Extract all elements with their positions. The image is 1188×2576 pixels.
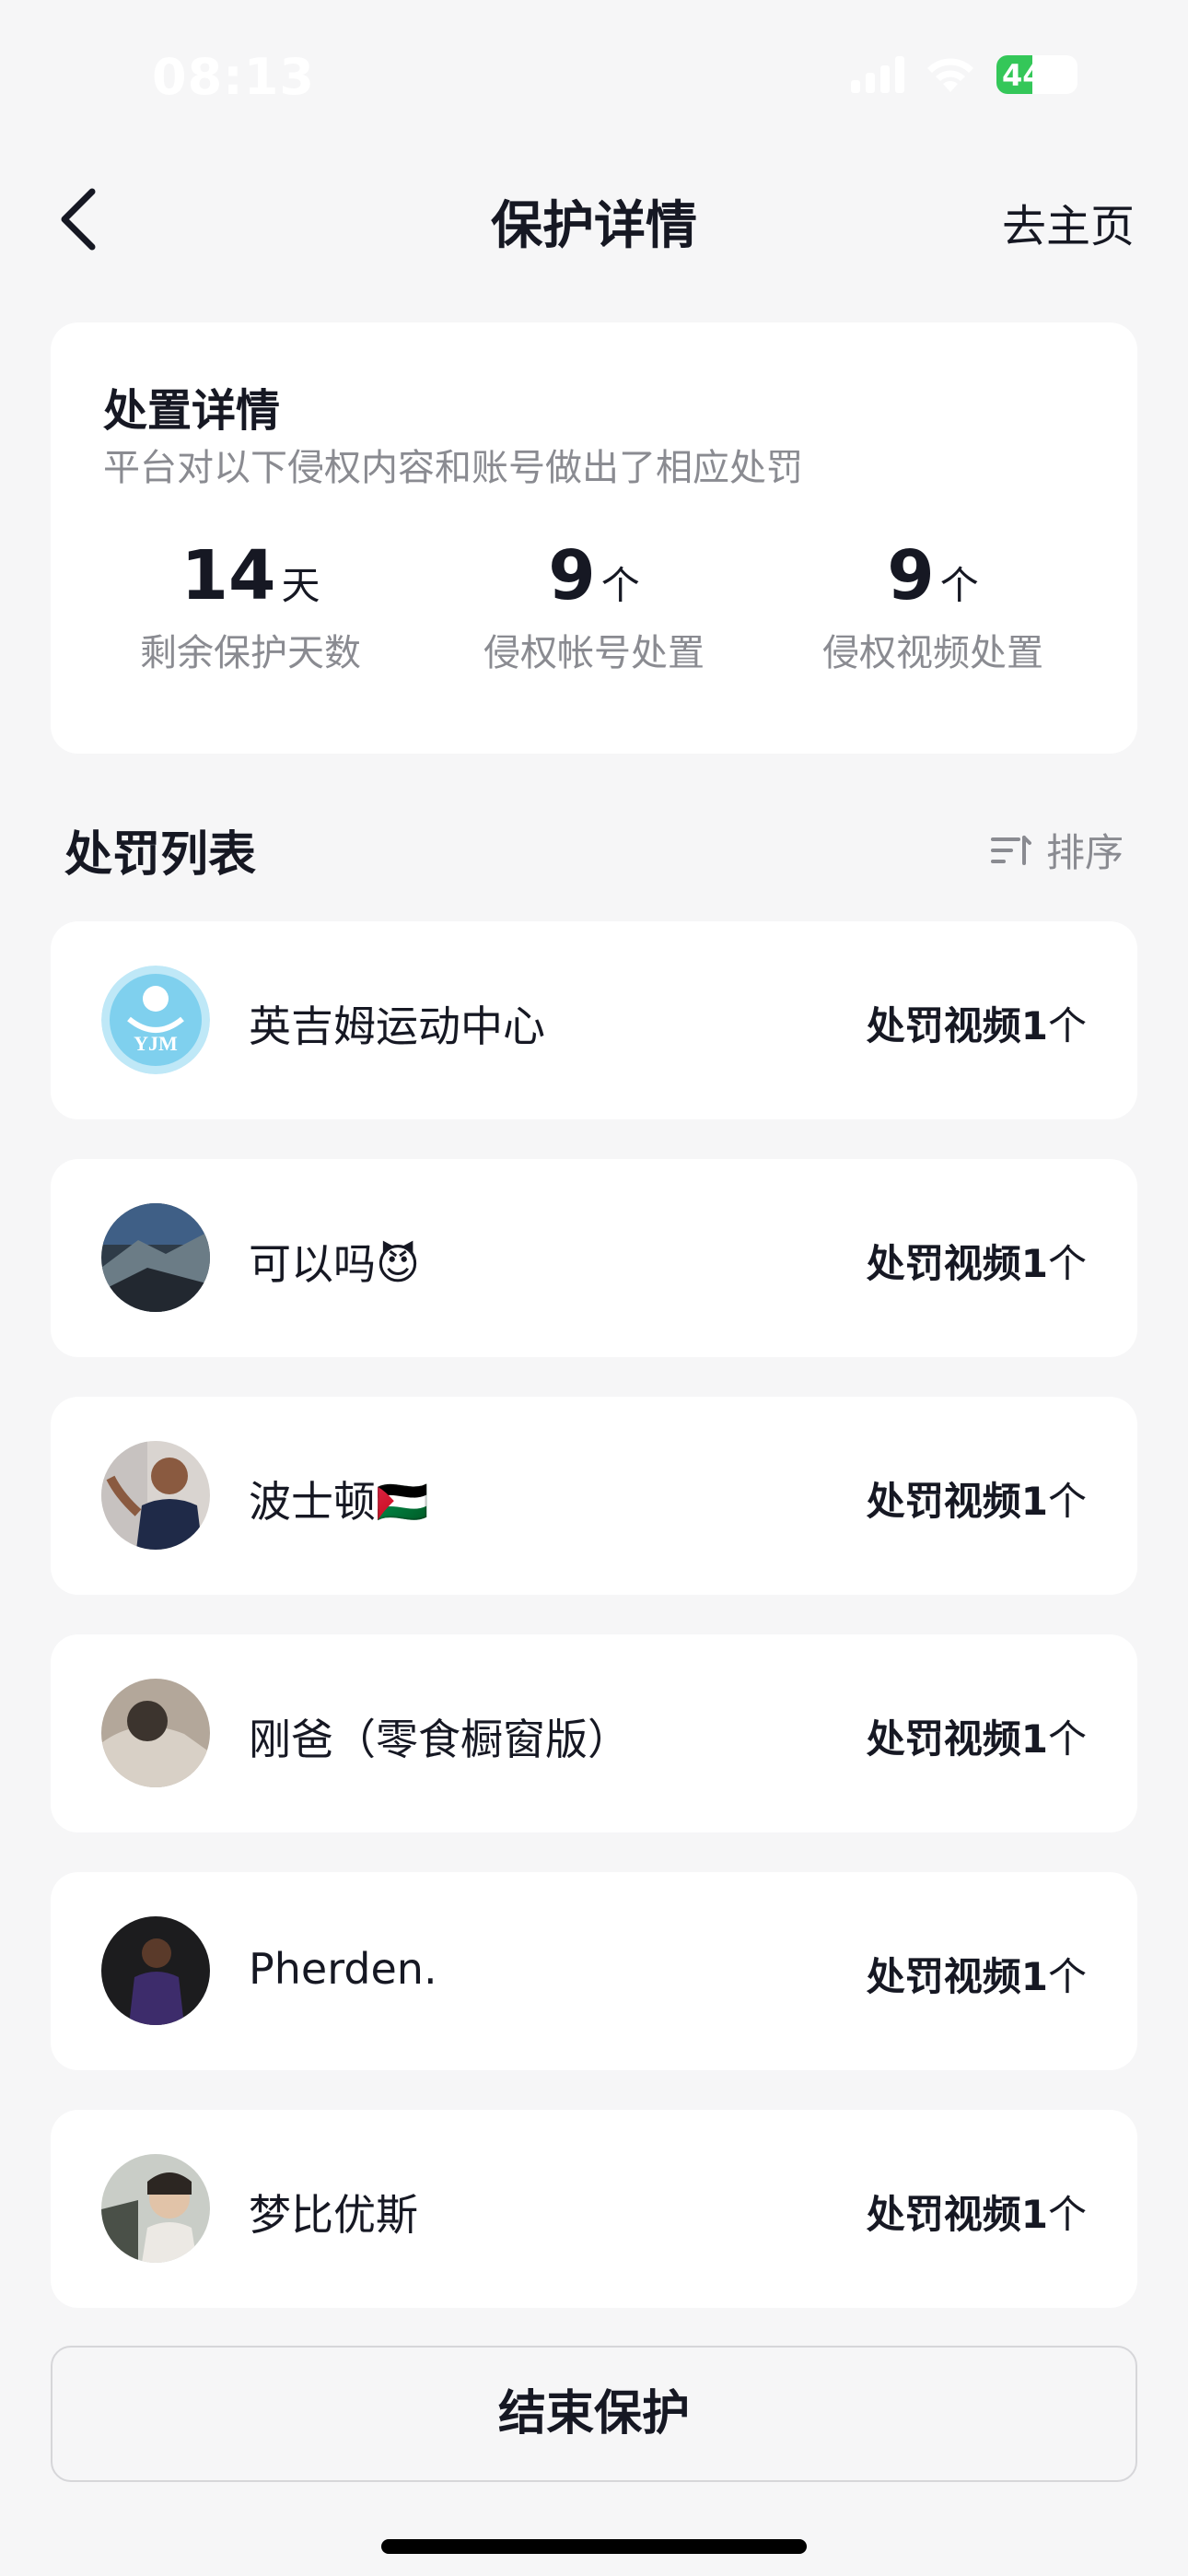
sort-label: 排序 [1045,830,1124,875]
wifi-icon [927,58,973,92]
account-name: Pherden. [249,1944,437,1994]
account-name: 可以吗😈 [249,1239,420,1289]
stat-videos: 9个 侵权视频处置 [767,536,1099,676]
account-name: 梦比优斯 [249,2190,418,2240]
battery-icon: 44 [996,55,1077,94]
avatar [101,1203,210,1312]
avatar-logo-text: YJM [134,1032,178,1055]
stat-remaining-days: 14 天 剩余保护天数 [85,536,416,676]
penalty-count: 处罚视频1个 [866,1954,1087,1999]
avatar: YJM [101,966,210,1074]
list-item[interactable]: YJM 英吉姆运动中心 处罚视频1个 [51,921,1137,1119]
stat-unit: 个 [939,563,979,608]
sort-button[interactable]: 排序 [990,822,1124,878]
account-name: 刚爸（零食橱窗版） [249,1715,630,1764]
summary-card: 处置详情 平台对以下侵权内容和账号做出了相应处罚 14 天 剩余保护天数 9个 侵… [51,322,1137,754]
stat-label: 剩余保护天数 [140,632,361,674]
list-item[interactable]: 可以吗😈 处罚视频1个 [51,1159,1137,1357]
end-protection-button[interactable]: 结束保护 [51,2346,1137,2482]
summary-title: 处置详情 [103,385,281,437]
section-title: 处罚列表 [64,827,257,883]
status-time: 08:13 [152,48,315,106]
avatar [101,1441,210,1550]
battery-level: 44 [1002,58,1043,93]
stat-value: 9 [548,536,596,615]
account-name: 英吉姆运动中心 [249,1001,545,1051]
avatar [101,1679,210,1787]
go-home-link[interactable]: 去主页 [1002,190,1135,254]
penalty-count: 处罚视频1个 [866,1716,1087,1762]
stat-unit: 个 [600,563,640,608]
account-name: 波士顿🇵🇸 [249,1477,429,1527]
penalty-count: 处罚视频1个 [866,1479,1087,1524]
penalty-count: 处罚视频1个 [866,1241,1087,1286]
list-item[interactable]: 梦比优斯 处罚视频1个 [51,2110,1137,2308]
stat-unit: 天 [281,563,320,608]
stat-label: 侵权视频处置 [822,632,1043,674]
summary-subtitle: 平台对以下侵权内容和账号做出了相应处罚 [103,447,803,489]
stat-accounts: 9个 侵权帐号处置 [428,536,760,676]
nav-bar: 保护详情 去主页 [0,157,1188,281]
stat-label: 侵权帐号处置 [483,632,705,674]
status-bar: 08:13 44 [0,0,1188,157]
home-indicator[interactable] [381,2539,807,2554]
avatar [101,2154,210,2263]
avatar [101,1916,210,2025]
list-item[interactable]: 波士顿🇵🇸 处罚视频1个 [51,1397,1137,1595]
sort-icon [990,835,1031,865]
penalty-count: 处罚视频1个 [866,2192,1087,2237]
stat-value: 9 [887,536,935,615]
cellular-signal-icon [851,56,904,93]
list-item[interactable]: Pherden. 处罚视频1个 [51,1872,1137,2070]
stat-value: 14 [181,536,276,615]
status-icons: 44 [851,55,1077,94]
penalty-count: 处罚视频1个 [866,1003,1087,1048]
list-item[interactable]: 刚爸（零食橱窗版） 处罚视频1个 [51,1634,1137,1832]
